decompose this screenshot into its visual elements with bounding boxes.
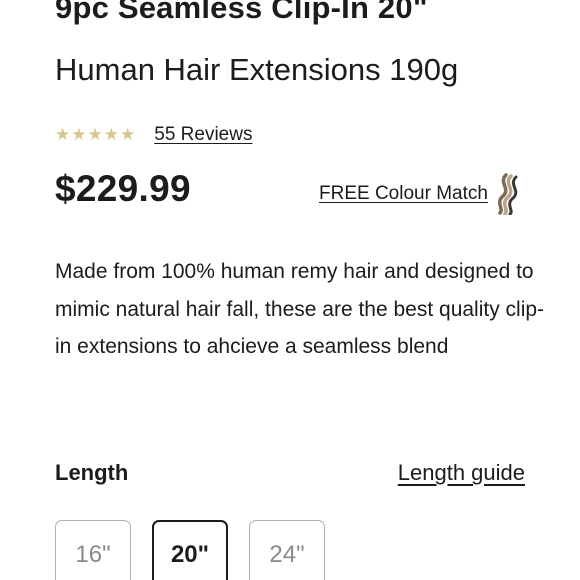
star-icon: ★ xyxy=(103,125,119,144)
length-option-20[interactable]: 20" xyxy=(152,520,228,580)
rating-row: ★ ★ ★ ★ ★ 55 Reviews xyxy=(55,124,252,146)
length-label: Length xyxy=(55,460,129,485)
colour-match-label: FREE Colour Match xyxy=(319,183,488,204)
length-guide-link[interactable]: Length guide xyxy=(398,460,525,486)
product-title: 9pc Seamless Clip-In 20" xyxy=(55,0,428,25)
star-icon: ★ xyxy=(120,125,136,144)
product-subtitle: Human Hair Extensions 190g xyxy=(55,52,459,87)
length-options: 16" 20" 24" xyxy=(55,520,325,580)
product-description: Made from 100% human remy hair and desig… xyxy=(55,260,545,358)
hair-swatch-icon xyxy=(497,173,518,215)
length-option-24[interactable]: 24" xyxy=(249,520,325,580)
reviews-link[interactable]: 55 Reviews xyxy=(154,124,252,146)
product-details: 9pc Seamless Clip-In 20" Human Hair Exte… xyxy=(0,0,580,580)
length-option-16[interactable]: 16" xyxy=(55,520,131,580)
colour-match-link[interactable]: FREE Colour Match xyxy=(319,173,524,215)
star-icon: ★ xyxy=(87,125,103,144)
star-icon: ★ xyxy=(55,125,71,144)
product-price: $229.99 xyxy=(55,168,191,209)
star-icon: ★ xyxy=(71,125,87,144)
star-rating: ★ ★ ★ ★ ★ xyxy=(55,125,135,145)
